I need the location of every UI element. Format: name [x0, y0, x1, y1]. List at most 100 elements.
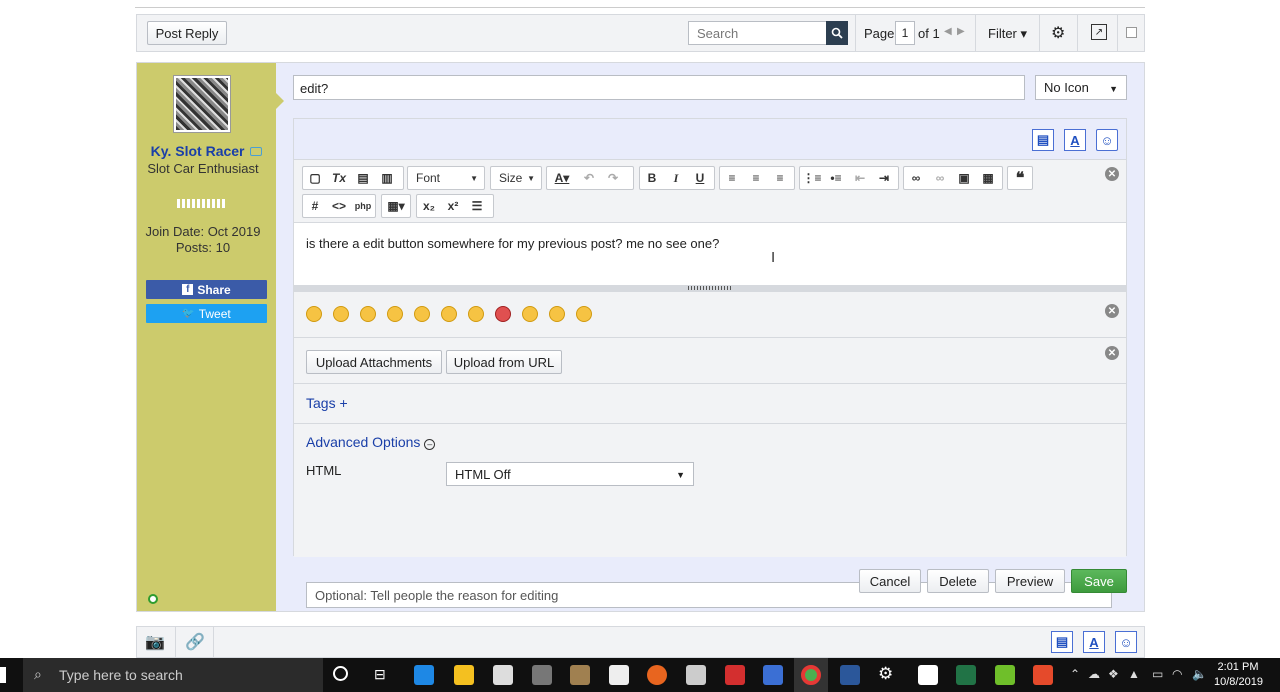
gear-icon[interactable]: ⚙	[1051, 23, 1065, 43]
file-explorer-icon[interactable]	[454, 665, 474, 685]
close-smilies-icon[interactable]: ✕	[1105, 304, 1119, 318]
bullet-list-icon[interactable]: •≡	[824, 167, 848, 189]
close-toolbar-icon[interactable]: ✕	[1105, 167, 1119, 181]
smiley-icon[interactable]	[387, 306, 403, 322]
smiley-icon[interactable]	[306, 306, 322, 322]
avatar[interactable]	[173, 75, 231, 133]
subscript-icon[interactable]: x₂	[417, 195, 441, 217]
app-icon[interactable]	[532, 665, 552, 685]
smiley-toggle-icon[interactable]: ☺	[1115, 631, 1137, 653]
cancel-button[interactable]: Cancel	[859, 569, 921, 593]
indent-icon[interactable]: ⇥	[872, 167, 896, 189]
clipboard-icon[interactable]: ▤	[1032, 129, 1054, 151]
italic-icon[interactable]: I	[664, 167, 688, 189]
twitter-tweet-button[interactable]: 🐦 Tweet	[146, 304, 267, 323]
html-select[interactable]: HTML Off ▼	[446, 462, 694, 486]
underline-icon[interactable]: U	[688, 167, 712, 189]
font-select[interactable]: Font ▼	[407, 166, 485, 190]
firefox-icon[interactable]	[647, 665, 667, 685]
post-title-input[interactable]: edit?	[293, 75, 1025, 100]
horizontal-rule-icon[interactable]: ☰	[465, 195, 489, 217]
camtasia-icon[interactable]	[995, 665, 1015, 685]
size-select[interactable]: Size ▼	[490, 166, 542, 190]
hash-icon[interactable]: #	[303, 195, 327, 217]
volume-icon[interactable]: 🔈	[1192, 667, 1207, 681]
resize-handle[interactable]	[294, 285, 1126, 292]
upload-from-url-button[interactable]: Upload from URL	[446, 350, 562, 374]
quote-button[interactable]: ❝	[1007, 166, 1033, 190]
clipboard-icon[interactable]: ▤	[1051, 631, 1073, 653]
tray-app-icon[interactable]: ▲	[1128, 667, 1140, 681]
code-icon[interactable]: <>	[327, 195, 351, 217]
php-icon[interactable]: php	[351, 195, 375, 217]
smiley-icon[interactable]	[468, 306, 484, 322]
smiley-icon[interactable]	[360, 306, 376, 322]
battery-icon[interactable]: ▭	[1152, 667, 1163, 681]
task-view-icon[interactable]: ⊟	[374, 666, 386, 683]
moderation-icon[interactable]: ↗	[1091, 24, 1107, 40]
delete-button[interactable]: Delete	[927, 569, 989, 593]
close-attachments-icon[interactable]: ✕	[1105, 346, 1119, 360]
save-button[interactable]: Save	[1071, 569, 1127, 593]
edit-reason-input[interactable]: Optional: Tell people the reason for edi…	[306, 582, 1112, 608]
new-doc-icon[interactable]: ▢	[303, 167, 327, 189]
settings-icon[interactable]: ⚙	[878, 664, 893, 684]
paste-text-icon[interactable]: ▥	[375, 167, 399, 189]
username[interactable]: Ky. Slot Racer	[137, 143, 276, 159]
tray-chevron-icon[interactable]: ⌃	[1070, 667, 1080, 681]
smiley-icon[interactable]	[576, 306, 592, 322]
smiley-toggle-icon[interactable]: ☺	[1096, 129, 1118, 151]
cloud-icon[interactable]: ☁	[1088, 667, 1100, 681]
next-page-icon[interactable]: ▶	[957, 26, 965, 37]
photos-icon[interactable]	[918, 665, 938, 685]
search-button[interactable]	[826, 21, 848, 45]
word-icon[interactable]	[840, 665, 860, 685]
select-checkbox[interactable]	[1126, 27, 1137, 38]
app-icon[interactable]	[763, 665, 783, 685]
preview-button[interactable]: Preview	[995, 569, 1065, 593]
smiley-icon[interactable]	[333, 306, 349, 322]
outdent-icon[interactable]: ⇤	[848, 167, 872, 189]
unlink-icon[interactable]: ∞	[928, 167, 952, 189]
page-number-input[interactable]: 1	[895, 21, 915, 45]
wifi-icon[interactable]: ◠	[1172, 667, 1182, 681]
system-clock[interactable]: 2:01 PM 10/8/2019	[1214, 660, 1263, 690]
image-icon[interactable]: ▣	[952, 167, 976, 189]
facebook-share-button[interactable]: f Share	[146, 280, 267, 299]
angry-smiley-icon[interactable]	[495, 306, 511, 322]
align-left-icon[interactable]: ≡	[720, 167, 744, 189]
app-icon[interactable]	[686, 665, 706, 685]
undo-icon[interactable]: ↶	[577, 167, 601, 189]
excel-icon[interactable]	[956, 665, 976, 685]
smiley-icon[interactable]	[441, 306, 457, 322]
smiley-icon[interactable]	[414, 306, 430, 322]
cortana-icon[interactable]	[333, 666, 348, 681]
link-icon[interactable]: 🔗	[185, 632, 205, 652]
tags-link[interactable]: Tags +	[306, 395, 348, 411]
advanced-options-link[interactable]: Advanced Options –	[306, 434, 436, 450]
app-icon[interactable]	[570, 665, 590, 685]
table-button[interactable]: ▦▾	[381, 194, 411, 218]
username-text[interactable]: Ky. Slot Racer	[151, 143, 245, 159]
text-format-icon[interactable]: A	[1064, 129, 1086, 151]
windows-start-icon[interactable]	[0, 667, 6, 683]
chrome-icon[interactable]	[801, 665, 821, 685]
camera-icon[interactable]: 📷	[145, 632, 165, 652]
message-icon[interactable]	[250, 147, 263, 156]
redo-icon[interactable]: ↷	[601, 167, 625, 189]
bold-icon[interactable]: B	[640, 167, 664, 189]
text-format-icon[interactable]: A	[1083, 631, 1105, 653]
smiley-icon[interactable]	[522, 306, 538, 322]
remove-format-icon[interactable]: Tx	[327, 167, 351, 189]
cool-smiley-icon[interactable]	[549, 306, 565, 322]
search-input[interactable]: Search	[688, 21, 848, 45]
message-textarea[interactable]: is there a edit button somewhere for my …	[294, 223, 1126, 285]
link-icon[interactable]: ∞	[904, 167, 928, 189]
filter-button[interactable]: Filter ▾	[988, 26, 1027, 42]
post-icon-select[interactable]: No Icon ▼	[1035, 75, 1127, 100]
post-reply-button[interactable]: Post Reply	[147, 21, 227, 45]
numbered-list-icon[interactable]: ⋮≡	[800, 167, 824, 189]
app-icon[interactable]	[725, 665, 745, 685]
mail-icon[interactable]	[609, 665, 629, 685]
dropbox-icon[interactable]: ❖	[1108, 667, 1119, 681]
